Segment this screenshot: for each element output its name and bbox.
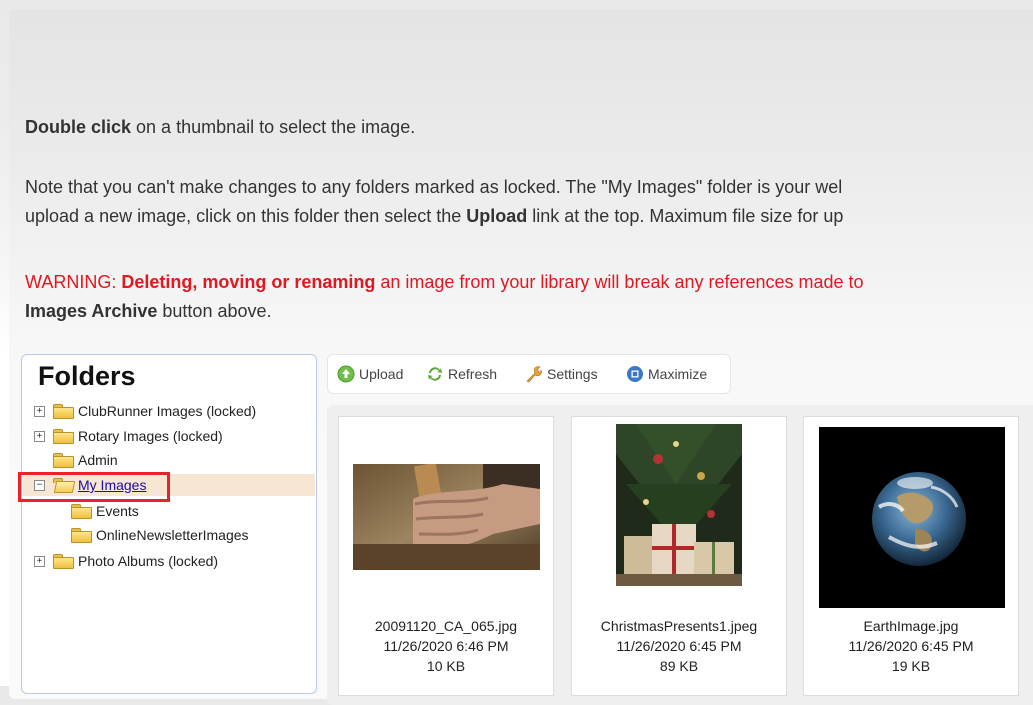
- maximize-button[interactable]: Maximize: [626, 363, 707, 385]
- wrench-icon: [526, 366, 542, 383]
- upload-icon: [337, 365, 355, 383]
- folder-icon: [53, 453, 74, 468]
- settings-button[interactable]: Settings: [525, 363, 598, 385]
- maximize-icon: [627, 366, 643, 382]
- thumbnail-image: [616, 424, 742, 586]
- expand-icon[interactable]: +: [34, 555, 45, 567]
- image-date: 11/26/2020 6:45 PM: [848, 638, 974, 654]
- folder-icon: [53, 404, 74, 419]
- image-date: 11/26/2020 6:45 PM: [616, 638, 742, 654]
- thumbnail-image: [819, 427, 1005, 608]
- image-size: 10 KB: [426, 658, 466, 674]
- folder-item-rotary-images[interactable]: + Rotary Images (locked): [34, 425, 223, 447]
- image-filename: EarthImage.jpg: [863, 618, 959, 634]
- folder-icon: [53, 429, 74, 444]
- folder-item-clubrunner-images[interactable]: + ClubRunner Images (locked): [34, 400, 256, 422]
- image-size: 19 KB: [891, 658, 931, 674]
- expand-icon[interactable]: +: [34, 405, 45, 417]
- folder-icon: [53, 554, 74, 569]
- image-date: 11/26/2020 6:46 PM: [383, 638, 509, 654]
- folders-panel: Folders + ClubRunner Images (locked) + R…: [21, 354, 317, 694]
- image-filename: ChristmasPresents1.jpeg: [600, 618, 758, 634]
- image-toolbar: Upload Refresh Settings Maximize: [327, 354, 731, 394]
- image-thumbnail[interactable]: 20091120_CA_065.jpg 11/26/2020 6:46 PM 1…: [338, 416, 554, 696]
- folders-title: Folders: [38, 361, 136, 391]
- refresh-icon: [428, 367, 442, 381]
- folder-item-online-newsletter-images[interactable]: OnlineNewsletterImages: [71, 524, 249, 546]
- folder-item-photo-albums[interactable]: + Photo Albums (locked): [34, 550, 218, 572]
- upload-button[interactable]: Upload: [337, 363, 403, 385]
- folder-icon: [71, 528, 92, 543]
- image-thumbnail[interactable]: EarthImage.jpg 11/26/2020 6:45 PM 19 KB: [803, 416, 1019, 696]
- locked-note-text: Note that you can't make changes to any …: [25, 177, 844, 226]
- image-filename: 20091120_CA_065.jpg: [374, 618, 518, 634]
- expand-icon[interactable]: +: [34, 430, 45, 442]
- folder-item-admin[interactable]: Admin: [34, 449, 118, 471]
- folder-item-events[interactable]: Events: [71, 500, 139, 522]
- folder-icon: [71, 504, 92, 519]
- thumbnail-image: [353, 464, 540, 570]
- selection-highlight-box: [18, 472, 170, 502]
- image-size: 89 KB: [659, 658, 699, 674]
- refresh-button[interactable]: Refresh: [426, 363, 497, 385]
- warning-text: WARNING: Deleting, moving or renaming an…: [25, 272, 864, 321]
- image-thumbnail[interactable]: ChristmasPresents1.jpeg 11/26/2020 6:45 …: [571, 416, 787, 696]
- instruction-text: Double click on a thumbnail to select th…: [25, 117, 416, 137]
